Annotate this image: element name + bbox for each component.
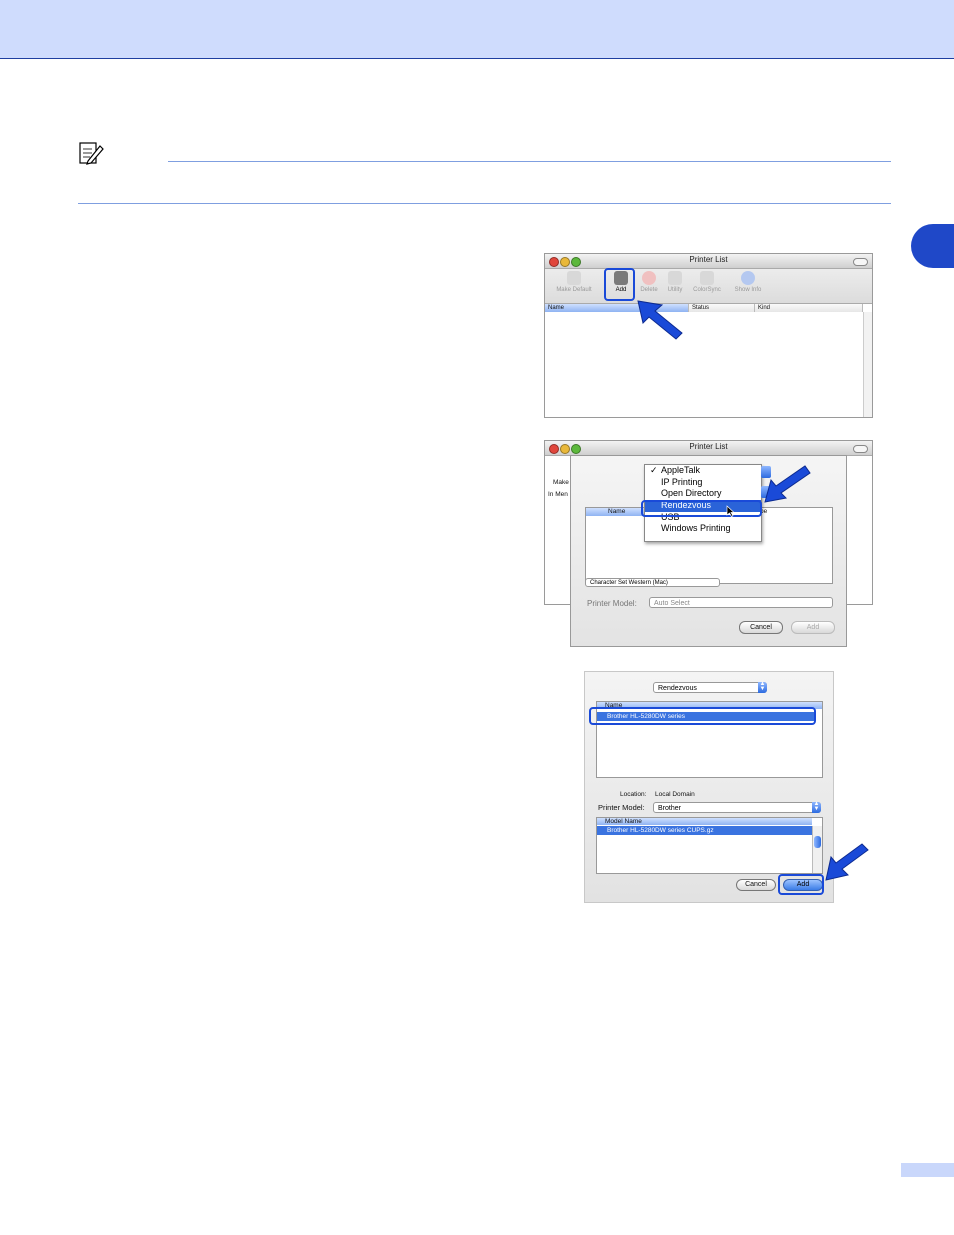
toolbar-toggle-icon[interactable] [853, 258, 868, 266]
printer-model-value: Brother [658, 805, 681, 812]
menu-item-ip-printing[interactable]: IP Printing [645, 477, 761, 489]
utility-button[interactable]: Utility [663, 271, 687, 293]
menu-item-windows-printing[interactable]: Windows Printing [645, 523, 761, 535]
printer-list-window-1: Printer List Make Default Add Delete Uti… [544, 253, 873, 418]
colorsync-label: ColorSync [693, 287, 721, 293]
title-bar: Printer List [545, 254, 872, 269]
show-info-button[interactable]: Show Info [729, 271, 767, 293]
toolbar-label-partial: Make [553, 479, 569, 486]
model-list-header[interactable]: Model Name [597, 818, 812, 825]
checkmark-icon: ✓ [650, 465, 658, 475]
printer-icon [567, 271, 581, 285]
printer-model-select[interactable]: Auto Select [649, 597, 833, 608]
info-icon [741, 271, 755, 285]
location-label: Location: [620, 791, 647, 798]
add-button-highlight [778, 874, 824, 895]
pointer-arrow-icon-3 [825, 843, 869, 881]
delete-label: Delete [640, 287, 658, 293]
stepper-icon: ▲ ▼ [812, 801, 821, 813]
toolbar-toggle-icon[interactable] [853, 445, 868, 453]
printer-model-label: Printer Model: [598, 803, 645, 812]
scroll-thumb[interactable] [814, 836, 821, 848]
add-printer-dialog: Rendezvous ▲ ▼ Name Brother HL-5280DW ser… [584, 671, 834, 903]
menu-item-open-directory[interactable]: Open Directory [645, 488, 761, 500]
scrollbar[interactable] [863, 312, 872, 417]
connection-select[interactable]: Rendezvous ▲ ▼ [653, 681, 767, 693]
model-list: Model Name Brother HL-5280DW series CUPS… [596, 817, 823, 874]
cancel-button[interactable]: Cancel [739, 621, 783, 634]
page-number-badge [901, 1163, 954, 1177]
title-bar: Printer List [545, 441, 872, 456]
colorsync-icon [700, 271, 714, 285]
colorsync-button[interactable]: ColorSync [689, 271, 725, 293]
add-button[interactable]: Add [791, 621, 835, 634]
note-bottom-rule [78, 203, 891, 204]
cancel-button[interactable]: Cancel [736, 879, 776, 891]
connection-select-value: Rendezvous [658, 685, 697, 692]
printer-model-select[interactable]: Brother ▲ ▼ [653, 801, 821, 813]
pointer-arrow-icon-2 [764, 465, 811, 503]
column-header-status[interactable]: Status [689, 304, 755, 312]
model-row-selected[interactable]: Brother HL-5280DW series CUPS.gz [597, 826, 812, 835]
delete-icon [642, 271, 656, 285]
pointer-arrow-icon [637, 300, 683, 340]
utility-icon [668, 271, 682, 285]
make-default-button[interactable]: Make Default [551, 271, 597, 293]
make-default-label: Make Default [556, 287, 592, 293]
printer-row-highlight [589, 707, 816, 725]
chapter-tab [911, 224, 954, 268]
printer-model-label: Printer Model: [587, 599, 637, 608]
page-header-band [0, 0, 954, 59]
mouse-cursor-icon [726, 505, 735, 517]
location-value: Local Domain [655, 791, 695, 798]
column-header-kind[interactable]: Kind [755, 304, 863, 312]
character-set-select[interactable]: Character Set Western (Mac) [585, 578, 720, 587]
show-info-label: Show Info [734, 287, 762, 293]
note-pencil-icon [78, 141, 104, 167]
delete-button[interactable]: Delete [636, 271, 662, 293]
model-list-scrollbar[interactable] [812, 826, 822, 873]
window-title: Printer List [689, 442, 728, 451]
rendezvous-highlight [641, 500, 762, 517]
menu-item-appletalk[interactable]: ✓ AppleTalk [645, 465, 761, 477]
add-button-highlight [604, 268, 635, 301]
stepper-icon: ▲ ▼ [758, 681, 767, 693]
list-header-partial: In Men [548, 491, 568, 498]
window-title: Printer List [689, 255, 728, 264]
note-top-rule [168, 161, 891, 162]
toolbar: Make Default Add Delete Utility ColorSyn… [545, 269, 872, 304]
utility-label: Utility [667, 287, 683, 293]
